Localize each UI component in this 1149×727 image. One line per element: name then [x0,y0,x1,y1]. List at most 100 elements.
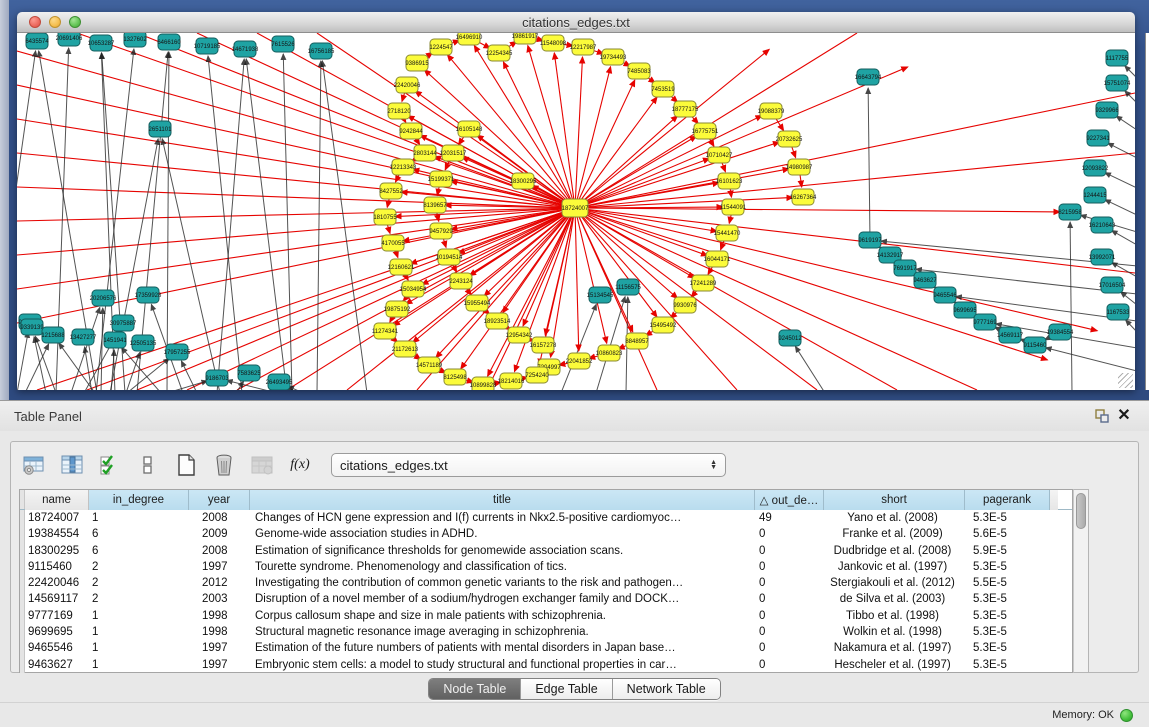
column-header-short[interactable]: short [824,490,965,510]
cell-title[interactable]: Corpus callosum shape and size in male p… [250,608,755,624]
cell-short[interactable]: de Silva et al. (2003) [824,591,965,607]
cell-name[interactable]: 9463627 [25,657,89,673]
cell-in_degree[interactable]: 1 [89,657,189,673]
column-header-out_degree[interactable]: △ out_de… [755,490,824,510]
cell-in_degree[interactable]: 2 [89,575,189,591]
cell-short[interactable]: Dudbridge et al. (2008) [824,543,965,559]
cell-name[interactable]: 9115460 [25,559,89,575]
cell-in_degree[interactable]: 2 [89,559,189,575]
cell-short[interactable]: Jankovic et al. (1997) [824,559,965,575]
table-row[interactable]: 946362711997Embryonic stem cells: a mode… [20,657,1072,673]
table-row[interactable]: 946554611997Estimation of the future num… [20,640,1072,656]
cell-year[interactable]: 2008 [189,543,250,559]
cell-year[interactable]: 2008 [189,510,250,526]
cell-out_degree[interactable]: 0 [755,526,824,542]
cell-title[interactable]: Genome-wide association studies in ADHD. [250,526,755,542]
cell-short[interactable]: Nakamura et al. (1997) [824,640,965,656]
cell-year[interactable]: 2012 [189,575,250,591]
table-row[interactable]: 1938455462009Genome-wide association stu… [20,526,1072,542]
cell-in_degree[interactable]: 2 [89,591,189,607]
cell-year[interactable]: 1998 [189,608,250,624]
table-scrollbar-thumb[interactable] [1076,493,1086,529]
cell-in_degree[interactable]: 1 [89,624,189,640]
cell-title[interactable]: Embryonic stem cells: a model to study s… [250,657,755,673]
table-row[interactable]: 2242004622012Investigating the contribut… [20,575,1072,591]
column-header-title[interactable]: title [250,490,755,510]
cell-year[interactable]: 2003 [189,591,250,607]
cell-pagerank[interactable]: 5.6E-5 [965,526,1050,542]
cell-out_degree[interactable]: 0 [755,657,824,673]
table-row[interactable]: 969969511998Structural magnetic resonanc… [20,624,1072,640]
cell-out_degree[interactable]: 0 [755,640,824,656]
table-row[interactable]: 1456911722003Disruption of a novel membe… [20,591,1072,607]
cell-pagerank[interactable]: 5.3E-5 [965,510,1050,526]
cell-pagerank[interactable]: 5.3E-5 [965,624,1050,640]
cell-title[interactable]: Disruption of a novel member of a sodium… [250,591,755,607]
cell-name[interactable]: 19384554 [25,526,89,542]
cell-in_degree[interactable]: 1 [89,608,189,624]
tab-network-table[interactable]: Network Table [613,679,720,699]
cell-short[interactable]: Stergiakouli et al. (2012) [824,575,965,591]
select-all-columns-icon[interactable] [97,452,123,478]
cell-name[interactable]: 9777169 [25,608,89,624]
cell-out_degree[interactable]: 0 [755,608,824,624]
cell-name[interactable]: 18724007 [25,510,89,526]
cell-out_degree[interactable]: 49 [755,510,824,526]
show-columns-icon[interactable] [59,452,85,478]
cell-year[interactable]: 1998 [189,624,250,640]
citation-network-graph[interactable]: 6435574206914061065328713276026466160107… [17,33,1135,390]
cell-title[interactable]: Tourette syndrome. Phenomenology and cla… [250,559,755,575]
cell-year[interactable]: 2009 [189,526,250,542]
cell-pagerank[interactable]: 5.9E-5 [965,543,1050,559]
float-window-icon[interactable] [1091,405,1113,427]
cell-in_degree[interactable]: 1 [89,640,189,656]
cell-year[interactable]: 1997 [189,657,250,673]
tab-edge-table[interactable]: Edge Table [521,679,612,699]
table-row[interactable]: 1872400712008Changes of HCN gene express… [20,510,1072,526]
cell-in_degree[interactable]: 6 [89,543,189,559]
cell-pagerank[interactable]: 5.3E-5 [965,657,1050,673]
cell-in_degree[interactable]: 6 [89,526,189,542]
cell-title[interactable]: Investigating the contribution of common… [250,575,755,591]
cell-name[interactable]: 22420046 [25,575,89,591]
unselect-all-columns-icon[interactable] [135,452,161,478]
cell-out_degree[interactable]: 0 [755,624,824,640]
cell-pagerank[interactable]: 5.3E-5 [965,640,1050,656]
column-header-name[interactable]: name [25,490,89,510]
memory-ok-icon[interactable] [1120,709,1133,722]
cell-name[interactable]: 18300295 [25,543,89,559]
cell-in_degree[interactable]: 1 [89,510,189,526]
cell-name[interactable]: 14569117 [25,591,89,607]
cell-title[interactable]: Structural magnetic resonance image aver… [250,624,755,640]
table-scrollbar[interactable] [1073,489,1089,673]
function-builder-icon[interactable]: f(x) [287,452,313,478]
window-resize-grip[interactable] [1118,373,1133,388]
cell-out_degree[interactable]: 0 [755,591,824,607]
cell-name[interactable]: 9699695 [25,624,89,640]
cell-pagerank[interactable]: 5.3E-5 [965,591,1050,607]
cell-short[interactable]: Tibbo et al. (1998) [824,608,965,624]
column-header-year[interactable]: year [189,490,250,510]
table-row[interactable]: 911546021997Tourette syndrome. Phenomeno… [20,559,1072,575]
cell-title[interactable]: Changes of HCN gene expression and I(f) … [250,510,755,526]
cell-out_degree[interactable]: 0 [755,575,824,591]
network-window-titlebar[interactable]: citations_edges.txt [17,12,1135,33]
close-panel-icon[interactable]: ✕ [1113,405,1135,427]
cell-short[interactable]: Yano et al. (2008) [824,510,965,526]
table-row[interactable]: 977716911998Corpus callosum shape and si… [20,608,1072,624]
table-mode-icon[interactable] [21,452,47,478]
create-column-icon[interactable] [173,452,199,478]
delete-column-icon[interactable] [211,452,237,478]
column-header-pagerank[interactable]: pagerank [965,490,1050,510]
cell-pagerank[interactable]: 5.3E-5 [965,559,1050,575]
node-table[interactable]: namein_degreeyeartitle△ out_de…shortpage… [19,489,1073,673]
table-row[interactable]: 1830029562008Estimation of significance … [20,543,1072,559]
cell-year[interactable]: 1997 [189,640,250,656]
cell-short[interactable]: Hescheler et al. (1997) [824,657,965,673]
cell-title[interactable]: Estimation of the future numbers of pati… [250,640,755,656]
table-selector-dropdown[interactable]: citations_edges.txt ▲▼ [331,453,726,477]
cell-year[interactable]: 1997 [189,559,250,575]
cell-title[interactable]: Estimation of significance thresholds fo… [250,543,755,559]
cell-name[interactable]: 9465546 [25,640,89,656]
cell-out_degree[interactable]: 0 [755,543,824,559]
